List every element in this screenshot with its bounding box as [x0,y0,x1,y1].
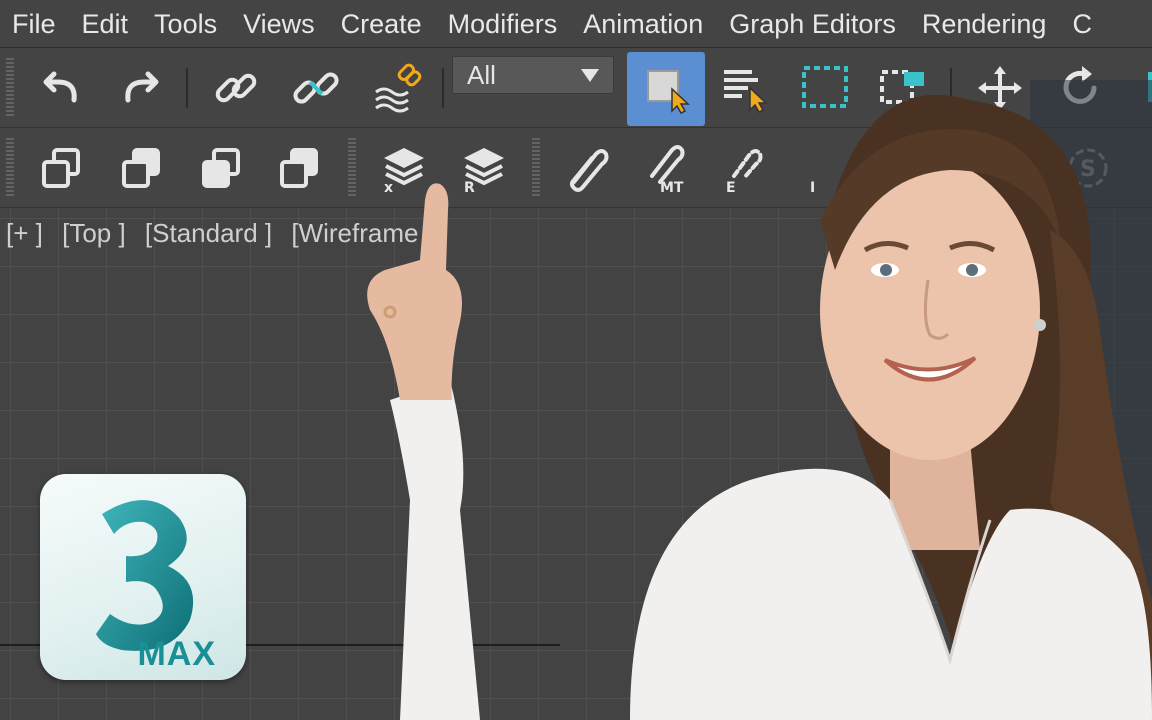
clone-button-1[interactable] [26,132,98,204]
menu-bar: File Edit Tools Views Create Modifiers A… [0,0,1152,48]
redo-button[interactable] [104,52,176,124]
clone-button-2[interactable] [106,132,178,204]
clone-icon-2 [122,148,160,188]
menu-edit[interactable]: Edit [69,4,142,44]
viewport-plus-menu[interactable]: [+ ] [6,218,43,248]
clone-button-3[interactable] [186,132,258,204]
toolbar-grip[interactable] [6,58,14,118]
undo-button[interactable] [26,52,98,124]
menu-modifiers[interactable]: Modifiers [435,4,571,44]
clone-icon-1 [42,148,80,188]
menu-graph-editors[interactable]: Graph Editors [716,4,909,44]
menu-animation[interactable]: Animation [570,4,716,44]
redo-icon [125,71,159,103]
menu-tools[interactable]: Tools [141,4,230,44]
menu-views[interactable]: Views [230,4,328,44]
clone-icon-4 [280,148,318,188]
clone-button-4[interactable] [264,132,336,204]
link-button[interactable] [200,52,272,124]
link-icon [215,73,257,103]
viewport-shading-standard-menu[interactable]: [Standard ] [145,218,272,248]
viewport-pov-menu[interactable]: [Top ] [62,218,126,248]
presenter-photo [367,80,1152,720]
menu-create[interactable]: Create [328,4,435,44]
clone-icon-3 [202,148,240,188]
toolbar-grip[interactable] [6,138,14,198]
menu-overflow[interactable]: C [1059,4,1105,44]
undo-icon [43,71,77,103]
menu-file[interactable]: File [0,4,69,44]
menu-rendering[interactable]: Rendering [909,4,1060,44]
toolbar-separator [186,68,188,108]
3ds-max-logo: MAX [40,474,246,680]
logo-wordmark: MAX [137,635,216,673]
